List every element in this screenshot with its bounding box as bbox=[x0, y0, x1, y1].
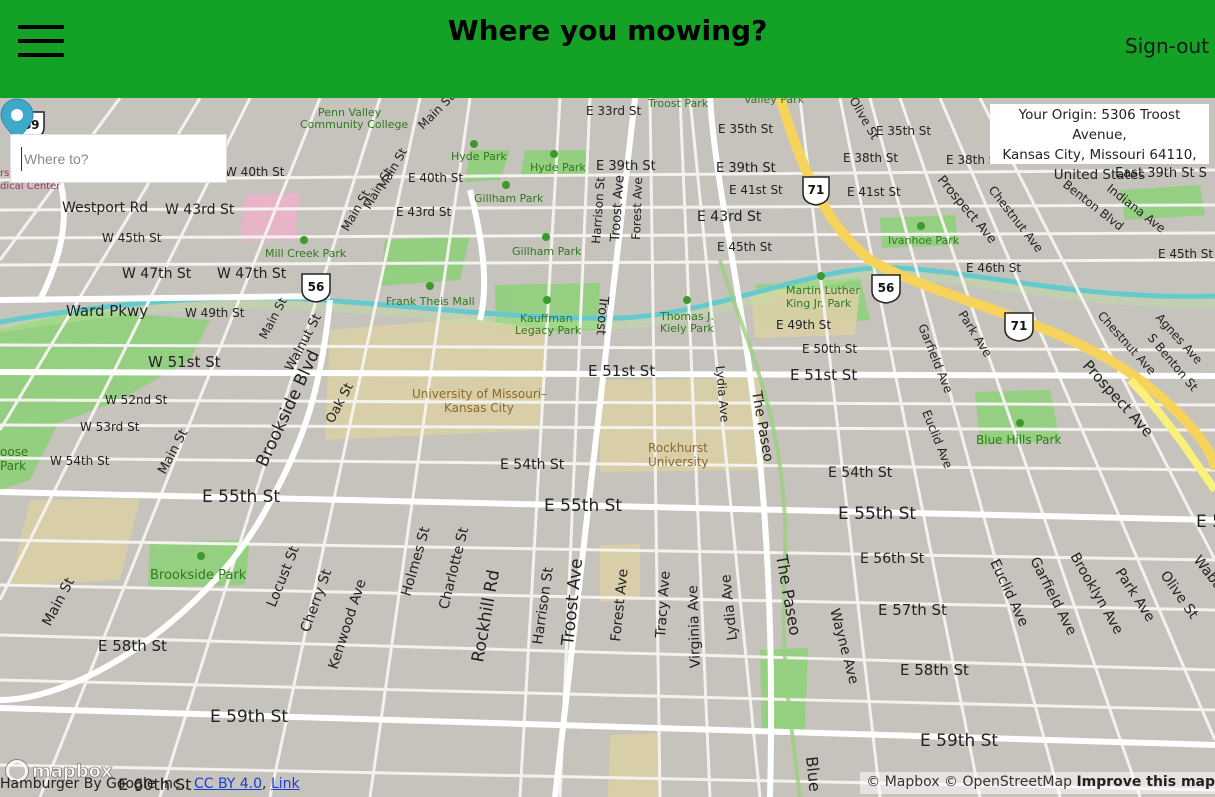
svg-text:E 38th St: E 38th St bbox=[843, 151, 898, 165]
search-box bbox=[10, 134, 227, 183]
svg-text:71: 71 bbox=[808, 183, 825, 197]
origin-panel: Your Origin: 5306 Troost Avenue, Kansas … bbox=[990, 104, 1209, 183]
svg-text:University of Missouri–: University of Missouri– bbox=[412, 387, 547, 401]
svg-text:E 35th St: E 35th St bbox=[876, 124, 931, 138]
svg-text:W 52nd St: W 52nd St bbox=[105, 393, 168, 407]
svg-text:Blue: Blue bbox=[802, 755, 825, 792]
svg-text:71: 71 bbox=[1011, 319, 1028, 333]
svg-text:E 55th St: E 55th St bbox=[202, 487, 280, 507]
osm-attribution-link[interactable]: © OpenStreetMap bbox=[944, 774, 1072, 790]
map-attribution: © Mapbox © OpenStreetMap Improve this ma… bbox=[860, 772, 1215, 794]
svg-text:E 39th St: E 39th St bbox=[716, 161, 776, 176]
svg-text:W 45th St: W 45th St bbox=[102, 231, 162, 245]
svg-text:W 47th St: W 47th St bbox=[217, 266, 287, 282]
svg-text:E 50th St: E 50th St bbox=[802, 342, 857, 356]
svg-text:Martin Luther: Martin Luther bbox=[786, 284, 861, 297]
svg-text:W 40th St: W 40th St bbox=[225, 165, 285, 179]
svg-text:W 47th St: W 47th St bbox=[122, 266, 192, 282]
source-link[interactable]: Link bbox=[271, 776, 300, 792]
svg-text:E 40th St: E 40th St bbox=[408, 171, 463, 185]
svg-text:E 5: E 5 bbox=[1196, 512, 1215, 532]
svg-text:Brookside Park: Brookside Park bbox=[150, 568, 247, 583]
svg-text:E 45th St: E 45th St bbox=[1158, 247, 1213, 261]
svg-text:E 58th St: E 58th St bbox=[900, 661, 969, 679]
svg-text:Mill Creek Park: Mill Creek Park bbox=[265, 247, 347, 260]
svg-text:Ivanhoe Park: Ivanhoe Park bbox=[888, 234, 960, 247]
svg-text:E 43rd St: E 43rd St bbox=[697, 209, 762, 225]
icon-credit: Hamburger By Google Inc., CC BY 4.0, Lin… bbox=[0, 776, 300, 792]
svg-text:E 54th St: E 54th St bbox=[500, 457, 565, 473]
sign-out-link[interactable]: Sign-out bbox=[1125, 34, 1209, 58]
svg-text:E 56th St: E 56th St bbox=[860, 551, 925, 567]
svg-text:E 59th St: E 59th St bbox=[920, 731, 998, 751]
svg-text:E 39th St: E 39th St bbox=[596, 159, 656, 174]
mapbox-attribution-link[interactable]: © Mapbox bbox=[866, 774, 939, 790]
svg-text:E 51st St: E 51st St bbox=[588, 362, 655, 380]
svg-text:Troost Park: Troost Park bbox=[647, 98, 709, 110]
svg-text:King Jr. Park: King Jr. Park bbox=[786, 297, 852, 310]
map-canvas[interactable]: E 33rd St E 35th St E 35th St E 38th St … bbox=[0, 98, 1215, 797]
map-svg: E 33rd St E 35th St E 35th St E 38th St … bbox=[0, 98, 1215, 797]
svg-text:W 49th St: W 49th St bbox=[185, 306, 245, 320]
svg-text:E 43rd St: E 43rd St bbox=[396, 205, 451, 219]
svg-text:University: University bbox=[648, 455, 709, 469]
svg-text:E 54th St: E 54th St bbox=[828, 465, 893, 481]
app-header: Where you mowing? Sign-out bbox=[0, 0, 1215, 98]
svg-text:E 59th St: E 59th St bbox=[210, 707, 288, 727]
svg-text:E 46th St: E 46th St bbox=[966, 261, 1021, 275]
svg-text:E 45th St: E 45th St bbox=[717, 240, 772, 254]
svg-text:Valley Park: Valley Park bbox=[744, 98, 805, 106]
svg-text:Ward Pkwy: Ward Pkwy bbox=[66, 302, 148, 320]
svg-text:56: 56 bbox=[308, 280, 325, 294]
svg-text:Gillham Park: Gillham Park bbox=[474, 192, 544, 205]
credit-text: Hamburger By Google Inc., bbox=[0, 776, 190, 792]
svg-text:Park: Park bbox=[0, 459, 26, 473]
svg-text:E 35th St: E 35th St bbox=[718, 122, 773, 136]
hamburger-line bbox=[18, 53, 64, 57]
svg-text:Hyde Park: Hyde Park bbox=[451, 150, 507, 163]
svg-text:E 33rd St: E 33rd St bbox=[586, 104, 641, 118]
origin-line-1: Your Origin: 5306 Troost Avenue, bbox=[1018, 107, 1181, 143]
improve-map-link[interactable]: Improve this map bbox=[1076, 774, 1215, 790]
svg-text:Hyde Park: Hyde Park bbox=[530, 161, 586, 174]
svg-text:E 51st St: E 51st St bbox=[790, 366, 857, 384]
svg-text:Kiely Park: Kiely Park bbox=[660, 322, 715, 335]
origin-line-3: United States bbox=[1053, 167, 1146, 183]
credit-separator: , bbox=[262, 776, 267, 792]
svg-text:Legacy Park: Legacy Park bbox=[515, 324, 582, 337]
svg-text:Gillham Park: Gillham Park bbox=[512, 245, 582, 258]
svg-text:E 58th St: E 58th St bbox=[98, 637, 167, 655]
svg-text:Kansas City: Kansas City bbox=[444, 401, 514, 415]
svg-text:Forest Ave: Forest Ave bbox=[629, 177, 645, 240]
svg-text:E 49th St: E 49th St bbox=[776, 318, 831, 332]
page-title: Where you mowing? bbox=[447, 14, 768, 47]
svg-text:Community College: Community College bbox=[300, 118, 408, 131]
svg-text:W 43rd St: W 43rd St bbox=[165, 202, 235, 218]
svg-text:oose: oose bbox=[0, 445, 28, 459]
svg-text:W 54th St: W 54th St bbox=[50, 454, 110, 468]
svg-text:W 51st St: W 51st St bbox=[148, 353, 221, 371]
svg-text:E 55th St: E 55th St bbox=[544, 496, 622, 516]
origin-line-2: Kansas City, Missouri 64110, bbox=[1002, 147, 1197, 163]
svg-text:Frank Theis Mall: Frank Theis Mall bbox=[386, 295, 475, 308]
svg-text:Westport Rd: Westport Rd bbox=[62, 200, 148, 216]
svg-text:E 55th St: E 55th St bbox=[838, 504, 916, 524]
svg-text:E 41st St: E 41st St bbox=[847, 185, 901, 199]
svg-text:Rockhurst: Rockhurst bbox=[648, 441, 708, 455]
destination-search-input[interactable] bbox=[21, 147, 221, 171]
svg-text:E 41st St: E 41st St bbox=[729, 183, 783, 197]
svg-text:W 53rd St: W 53rd St bbox=[80, 420, 140, 434]
license-link[interactable]: CC BY 4.0 bbox=[194, 776, 262, 792]
svg-text:Virginia Ave: Virginia Ave bbox=[685, 585, 704, 668]
svg-text:56: 56 bbox=[878, 281, 895, 295]
svg-text:Blue Hills Park: Blue Hills Park bbox=[976, 433, 1061, 447]
svg-text:E 57th St: E 57th St bbox=[878, 601, 947, 619]
